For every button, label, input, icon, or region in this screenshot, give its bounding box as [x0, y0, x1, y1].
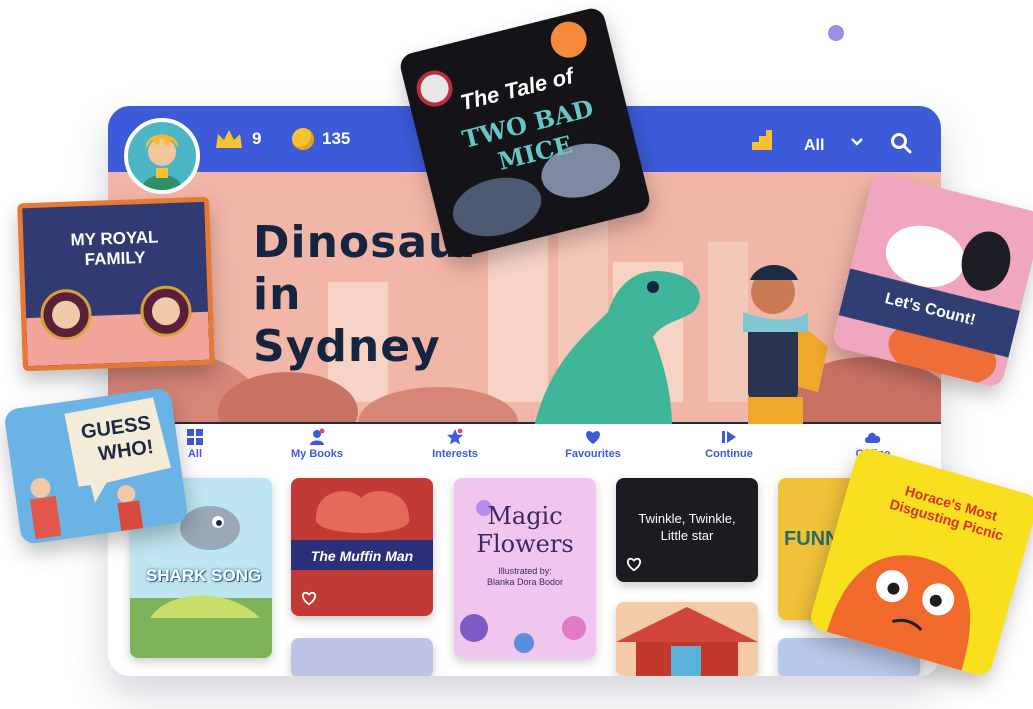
card-guess-who[interactable]: GUESS WHO!: [3, 386, 189, 546]
grid-icon: [187, 429, 203, 445]
tab-my-books[interactable]: My Books: [272, 428, 362, 460]
tab-continue[interactable]: Continue: [684, 428, 774, 460]
tab-interests-label: Interests: [432, 448, 478, 460]
crown-stat: 9: [214, 128, 261, 150]
avatar-prince-icon: [142, 134, 182, 190]
book-title: Twinkle, Twinkle, Little star: [638, 511, 736, 543]
book-muffin-man[interactable]: The Muffin Man: [291, 478, 433, 616]
book-twinkle[interactable]: Twinkle, Twinkle, Little star: [616, 478, 758, 582]
star-icon: [447, 428, 463, 445]
hero-title-line2: in Sydney: [253, 269, 441, 372]
card-art: [30, 397, 171, 540]
tab-all-label: All: [187, 448, 203, 460]
book-house[interactable]: [616, 602, 758, 676]
filter-select[interactable]: All: [804, 137, 824, 155]
tab-continue-label: Continue: [705, 448, 753, 460]
tab-interests[interactable]: Interests: [410, 428, 500, 460]
crown-count: 9: [252, 129, 262, 148]
coin-icon: [292, 128, 314, 150]
book-partial-1[interactable]: [291, 638, 433, 676]
coin-stat: 135: [292, 128, 350, 150]
chevron-down-icon[interactable]: [850, 136, 864, 148]
tab-my-books-label: My Books: [291, 448, 343, 460]
category-nav: All My Books Interests Favourites Contin…: [108, 424, 941, 470]
level-icon[interactable]: [750, 128, 774, 152]
play-icon: [722, 431, 736, 443]
user-icon: [310, 428, 325, 445]
card-art: [26, 285, 210, 367]
card-my-royal-family[interactable]: MY ROYAL FAMILY: [17, 196, 215, 372]
favourite-heart-icon[interactable]: [301, 590, 317, 606]
decorative-dot: [828, 25, 844, 41]
book-illustrator: Blanka Dora Bodor: [486, 577, 564, 587]
favourite-heart-icon[interactable]: [626, 556, 642, 572]
book-magic-flowers[interactable]: Magic Flowers Illustrated by: Blanka Dor…: [454, 478, 596, 658]
book-cover-art: [616, 607, 758, 676]
book-title: SHARK SONG: [146, 566, 262, 585]
coin-count: 135: [322, 129, 351, 148]
book-title: The Muffin Man: [310, 548, 414, 564]
crown-icon: [216, 130, 242, 148]
avatar[interactable]: [124, 118, 200, 194]
tab-favourites-label: Favourites: [565, 448, 621, 460]
tab-favourites[interactable]: Favourites: [548, 428, 638, 460]
book-title: Magic Flowers: [476, 502, 574, 558]
cloud-icon: [865, 432, 881, 443]
heart-icon: [586, 431, 600, 444]
book-credit: Illustrated by:: [498, 566, 552, 576]
search-icon[interactable]: [890, 132, 912, 154]
